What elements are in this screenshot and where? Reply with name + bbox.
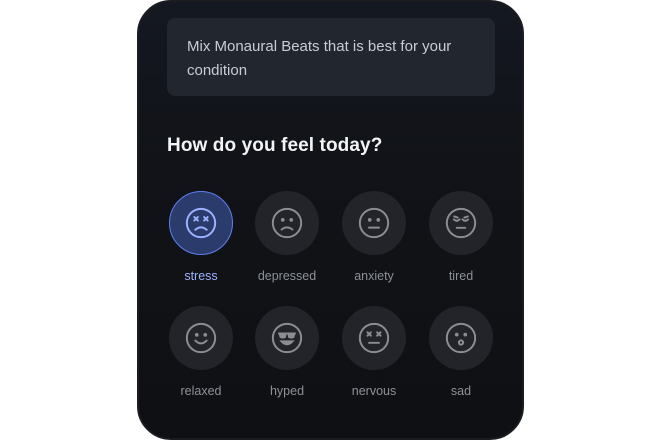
mood-button-hyped[interactable] [255, 306, 319, 370]
mood-option-tired[interactable]: tired [416, 191, 506, 283]
mood-option-stress[interactable]: stress [156, 191, 246, 283]
nervous-face-icon [358, 322, 390, 354]
smile-face-icon [185, 322, 217, 354]
mood-label-relaxed: relaxed [180, 384, 222, 398]
mood-label-sad: sad [450, 384, 472, 398]
mood-question-heading: How do you feel today? [167, 135, 383, 156]
mood-option-anxiety[interactable]: anxiety [329, 191, 419, 283]
tired-face-icon [445, 207, 477, 239]
surprised-face-icon [445, 322, 477, 354]
mood-label-anxiety: anxiety [354, 269, 394, 283]
mood-option-depressed[interactable]: depressed [242, 191, 332, 283]
mood-button-relaxed[interactable] [169, 306, 233, 370]
mood-option-hyped[interactable]: hyped [242, 306, 332, 398]
intro-text-line1: Mix Monaural Beats that is best for your [187, 38, 452, 55]
mood-option-relaxed[interactable]: relaxed [156, 306, 246, 398]
mood-label-hyped: hyped [269, 384, 305, 398]
mood-option-sad[interactable]: sad [416, 306, 506, 398]
sunglasses-face-icon [271, 322, 303, 354]
mood-label-depressed: depressed [257, 269, 317, 283]
mood-button-tired[interactable] [429, 191, 493, 255]
mood-label-stress: stress [184, 269, 218, 283]
mood-label-nervous: nervous [351, 384, 397, 398]
phone-frame: Mix Monaural Beats that is best for your… [137, 0, 524, 440]
mood-button-depressed[interactable] [255, 191, 319, 255]
stress-face-icon [185, 207, 217, 239]
intro-card: Mix Monaural Beats that is best for your… [167, 18, 495, 96]
mood-label-tired: tired [448, 269, 474, 283]
mood-button-sad[interactable] [429, 306, 493, 370]
mood-button-nervous[interactable] [342, 306, 406, 370]
mood-button-stress[interactable] [169, 191, 233, 255]
sad-face-icon [271, 207, 303, 239]
intro-text-line2: condition [187, 62, 248, 79]
neutral-face-icon [358, 207, 390, 239]
mood-button-anxiety[interactable] [342, 191, 406, 255]
mood-option-nervous[interactable]: nervous [329, 306, 419, 398]
